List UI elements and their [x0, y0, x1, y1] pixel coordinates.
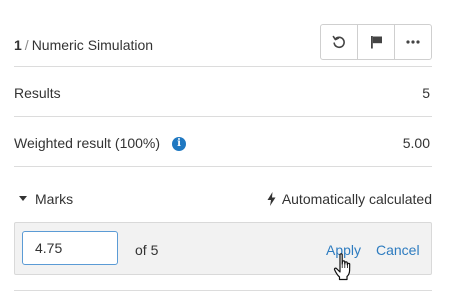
flag-icon	[370, 36, 382, 49]
info-icon[interactable]: i	[172, 137, 186, 151]
results-row: Results 5	[14, 67, 432, 117]
divider	[14, 290, 432, 291]
auto-calculated-indicator: Automatically calculated	[267, 191, 432, 207]
caret-down-icon[interactable]	[19, 196, 27, 201]
flag-button[interactable]	[357, 25, 394, 59]
more-options-icon	[406, 40, 420, 44]
more-options-button[interactable]	[394, 25, 431, 59]
question-title: 1/Numeric Simulation	[14, 37, 153, 53]
results-value: 5	[422, 85, 430, 101]
cancel-button[interactable]: Cancel	[376, 242, 420, 258]
hand-cursor-icon	[333, 253, 351, 281]
question-header: 1/Numeric Simulation	[14, 0, 432, 67]
grading-panel: 1/Numeric Simulation Results 5 Weighted …	[14, 0, 432, 223]
marks-label[interactable]: Marks	[35, 191, 73, 207]
question-number: 1	[14, 37, 22, 53]
auto-calculated-label: Automatically calculated	[281, 191, 432, 207]
question-name: Numeric Simulation	[31, 37, 154, 53]
reset-button[interactable]	[321, 25, 357, 59]
marks-input[interactable]	[22, 231, 118, 265]
weighted-result-row: Weighted result (100%) i 5.00	[14, 117, 432, 167]
question-toolbar	[320, 24, 432, 60]
marks-edit-panel: of 5 Apply Cancel	[14, 222, 432, 275]
results-label: Results	[14, 85, 61, 101]
lightning-icon	[267, 192, 276, 206]
weighted-result-label: Weighted result (100%)	[14, 135, 161, 151]
marks-total: of 5	[135, 242, 159, 258]
undo-icon	[332, 35, 345, 49]
weighted-result-value: 5.00	[402, 135, 430, 151]
marks-header: Marks Automatically calculated	[14, 167, 432, 223]
question-separator: /	[24, 37, 29, 53]
